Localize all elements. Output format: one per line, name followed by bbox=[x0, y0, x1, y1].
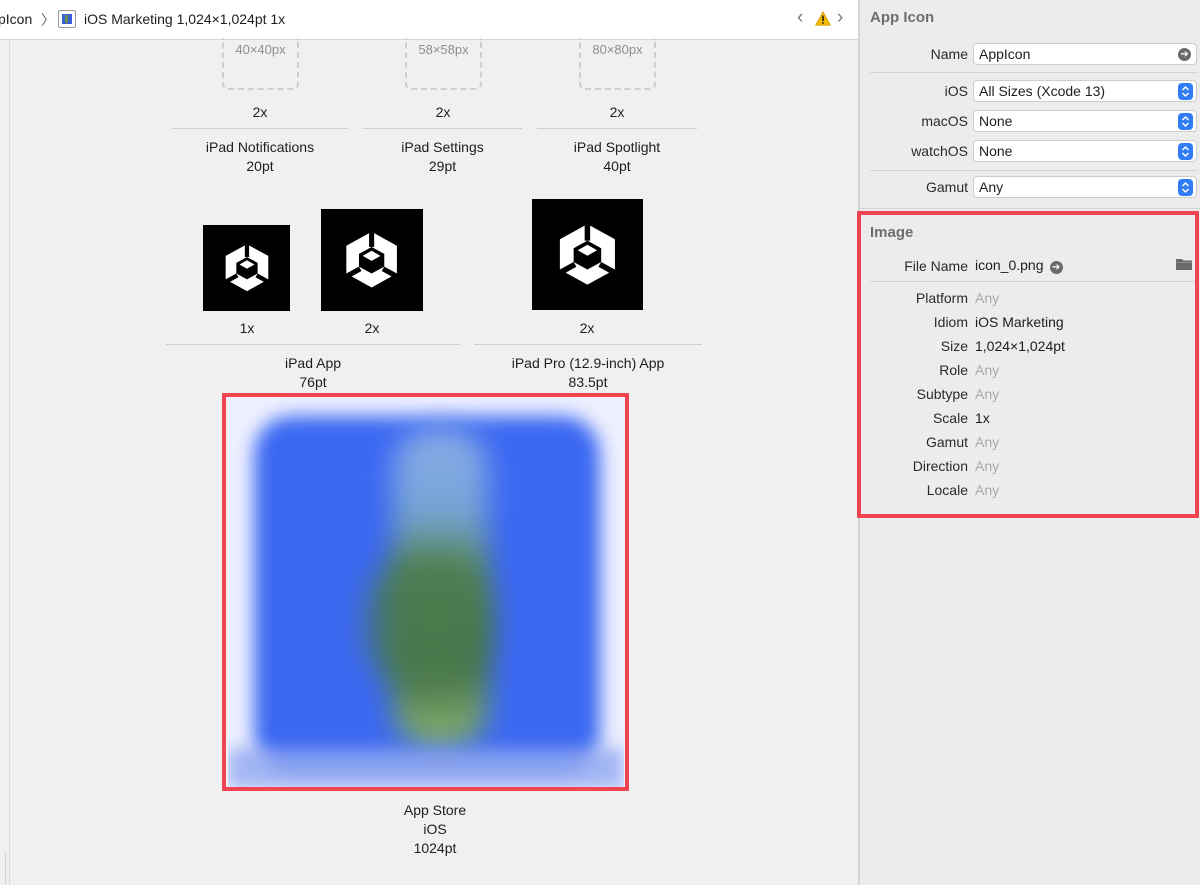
scale-label: 2x bbox=[579, 320, 595, 336]
breadcrumb-parent[interactable]: pIcon bbox=[0, 11, 32, 27]
goto-arrow-icon[interactable]: ➔ bbox=[1178, 48, 1191, 61]
group-name: App Store bbox=[403, 802, 467, 818]
breadcrumb-bar: pIcon 〉 iOS Marketing 1,024×1,024pt 1x ‹… bbox=[0, 0, 860, 40]
watchos-label: watchOS bbox=[911, 143, 968, 159]
chevron-right-icon[interactable]: › bbox=[837, 7, 843, 29]
breadcrumb-current[interactable]: iOS Marketing 1,024×1,024pt 1x bbox=[84, 11, 285, 27]
icon-well-ipad-pro-2x[interactable] bbox=[532, 199, 643, 310]
stepper-icon bbox=[1178, 83, 1193, 100]
icon-group-label: iPad Pro (12.9-inch) App 83.5pt bbox=[474, 354, 702, 392]
slot-size-label: 80×80px bbox=[592, 42, 643, 57]
group-size: 40pt bbox=[603, 158, 631, 174]
group-name: iPad App bbox=[284, 355, 342, 371]
group-platform: iOS bbox=[423, 821, 447, 837]
macos-value: None bbox=[979, 113, 1013, 129]
group-name: iPad Settings bbox=[401, 139, 484, 155]
group-name: iPad Spotlight bbox=[573, 139, 661, 155]
group-name: iPad Pro (12.9-inch) App bbox=[511, 355, 665, 371]
slot-size-label: 40×40px bbox=[235, 42, 286, 57]
icon-slot[interactable]: 58×58px bbox=[405, 38, 482, 90]
scale-label: 2x bbox=[609, 104, 625, 120]
macos-label: macOS bbox=[921, 113, 968, 129]
group-divider bbox=[537, 128, 697, 129]
name-field[interactable]: AppIcon ➔ bbox=[973, 43, 1197, 65]
scrollbar[interactable] bbox=[0, 853, 6, 885]
icon-group-label: iPad Settings 29pt bbox=[363, 138, 522, 176]
icon-well-ipad-app-1x[interactable] bbox=[203, 225, 290, 311]
stepper-icon bbox=[1178, 143, 1193, 160]
gamut-label: Gamut bbox=[925, 179, 968, 195]
group-size: 20pt bbox=[246, 158, 274, 174]
name-label: Name bbox=[930, 46, 968, 62]
icon-slot[interactable]: 80×80px bbox=[579, 38, 656, 90]
icon-slot[interactable]: 40×40px bbox=[222, 38, 299, 90]
scale-label: 2x bbox=[252, 104, 268, 120]
inspector-separator bbox=[870, 72, 1198, 73]
canvas-left-rule bbox=[9, 40, 10, 885]
group-divider bbox=[474, 344, 702, 345]
ios-popup[interactable]: All Sizes (Xcode 13) bbox=[973, 80, 1197, 102]
chevron-left-icon[interactable]: ‹ bbox=[797, 7, 803, 29]
macos-popup[interactable]: None bbox=[973, 110, 1197, 132]
unity-logo-icon bbox=[346, 232, 398, 288]
icon-group-label: iPad App 76pt bbox=[166, 354, 460, 392]
gamut-value: Any bbox=[979, 179, 1004, 195]
icon-group-label: App Store iOS 1024pt bbox=[335, 801, 535, 858]
group-name: iPad Notifications bbox=[205, 139, 315, 155]
unity-logo-icon bbox=[559, 224, 616, 285]
gamut-popup[interactable]: Any bbox=[973, 176, 1197, 198]
scale-label: 2x bbox=[364, 320, 380, 336]
app-icon-section-title: App Icon bbox=[870, 9, 935, 26]
group-size: 83.5pt bbox=[568, 374, 608, 390]
group-size: 1024pt bbox=[413, 840, 457, 856]
name-value: AppIcon bbox=[979, 46, 1031, 62]
group-size: 76pt bbox=[299, 374, 327, 390]
icon-group-label: iPad Spotlight 40pt bbox=[537, 138, 697, 176]
watchos-value: None bbox=[979, 143, 1013, 159]
icon-well-ipad-app-2x[interactable] bbox=[321, 209, 423, 311]
highlight-app-store-icon bbox=[222, 393, 629, 791]
scale-label: 2x bbox=[435, 104, 451, 120]
ios-label: iOS bbox=[944, 83, 968, 99]
group-size: 29pt bbox=[428, 158, 457, 174]
group-divider bbox=[172, 128, 348, 129]
unity-logo-icon bbox=[225, 244, 268, 292]
watchos-popup[interactable]: None bbox=[973, 140, 1197, 162]
group-divider bbox=[363, 128, 522, 129]
icon-group-label: iPad Notifications 20pt bbox=[172, 138, 348, 176]
scale-label: 1x bbox=[239, 320, 255, 336]
warning-icon[interactable] bbox=[815, 11, 831, 26]
highlight-image-section bbox=[857, 211, 1199, 518]
stepper-icon bbox=[1178, 179, 1193, 196]
slot-size-label: 58×58px bbox=[418, 42, 469, 57]
inspector-separator bbox=[870, 170, 1198, 171]
inspector-separator bbox=[860, 208, 1200, 209]
stepper-icon bbox=[1178, 113, 1193, 130]
file-icon bbox=[58, 10, 76, 28]
group-divider bbox=[166, 344, 460, 345]
ios-value: All Sizes (Xcode 13) bbox=[979, 83, 1106, 99]
breadcrumb-separator: 〉 bbox=[41, 12, 55, 28]
